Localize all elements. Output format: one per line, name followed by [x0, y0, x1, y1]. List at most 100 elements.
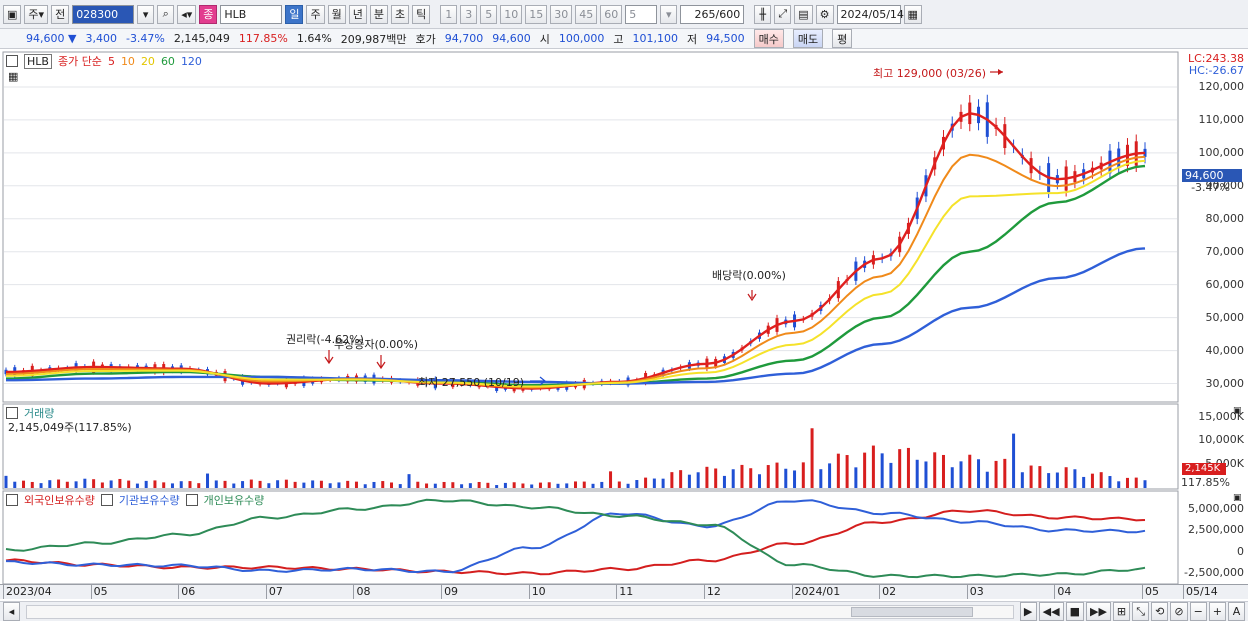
x-axis-tick [703, 585, 705, 599]
volume-bar [1125, 477, 1129, 488]
interval-dropdown-icon[interactable]: ▾ [660, 4, 678, 24]
close-icon[interactable]: ▣ [1233, 406, 1242, 416]
volume-bar [512, 482, 516, 488]
volume-panel-frame [2, 403, 1179, 490]
quote-bid-label: 호가 [415, 32, 436, 46]
volume-bar [696, 472, 700, 488]
volume-bar [495, 485, 499, 488]
minus-icon[interactable]: − [1189, 602, 1207, 621]
link-icon[interactable]: ⊘ [1170, 602, 1188, 621]
quote-bid1: 94,700 [444, 32, 484, 45]
code-input[interactable]: 028300 [72, 4, 135, 24]
rewind-icon[interactable]: ◀◀ [1038, 602, 1064, 621]
volume-bar [845, 455, 849, 488]
volume-bar [214, 480, 218, 488]
interval-input[interactable]: 5 [625, 4, 658, 24]
buy-button[interactable]: 매수 [753, 29, 784, 48]
font-icon[interactable]: A [1228, 602, 1245, 621]
x-axis-tick [353, 585, 355, 599]
period-minute[interactable]: 분 [369, 4, 388, 24]
interval-1[interactable]: 1 [440, 4, 458, 24]
quote-amount: 209,987백만 [340, 32, 407, 46]
code-dropdown-icon[interactable]: ▾ [137, 4, 155, 24]
interval-30[interactable]: 30 [550, 4, 573, 24]
interval-60[interactable]: 60 [600, 4, 623, 24]
holdings-axis-label: -2,500,000 [1184, 566, 1244, 580]
period-day[interactable]: 일 [285, 4, 304, 24]
forward-icon[interactable]: ▶▶ [1085, 602, 1111, 621]
volume-bar [679, 470, 683, 488]
panel-handle-icon[interactable] [185, 494, 198, 506]
period-year[interactable]: 년 [348, 4, 367, 24]
x-axis: 2023/04 05 06 07 08 09 10 11 12 2024/01 02 03 04 05 05… [0, 584, 1248, 599]
volume-bar [521, 483, 525, 488]
speaker-icon[interactable]: ◂▾ [177, 4, 197, 24]
period-month[interactable]: 월 [327, 4, 346, 24]
table-icon[interactable]: ▦ [8, 70, 18, 83]
x-axis-label: 12 [706, 585, 721, 598]
stop-icon[interactable]: ■ [1065, 602, 1084, 621]
series-foreign-label: 외국인보유수량 [24, 494, 95, 507]
volume-bar [433, 483, 437, 488]
interval-3[interactable]: 3 [460, 4, 478, 24]
horizontal-scrollbar[interactable] [26, 604, 1014, 619]
scroll-thumb[interactable] [850, 606, 973, 617]
panel-handle-icon[interactable] [6, 494, 18, 506]
tool-icon[interactable]: ⟲ [1151, 602, 1169, 621]
interval-5[interactable]: 5 [480, 4, 498, 24]
volume-bar [346, 480, 350, 488]
volume-bar [398, 484, 402, 488]
plus-icon[interactable]: + [1208, 602, 1226, 621]
current-pct-tag: -3.47% [1191, 181, 1230, 194]
zoom-icon[interactable]: ⤡ [1132, 602, 1150, 621]
window-icon[interactable]: ▣ [3, 4, 22, 24]
volume-bar [118, 478, 122, 488]
volume-bar [162, 482, 166, 488]
panel-handle-icon[interactable] [100, 494, 113, 506]
interval-45[interactable]: 45 [575, 4, 598, 24]
layout-icon[interactable]: ⊞ [1112, 602, 1131, 621]
gear-icon[interactable]: ⚙ [815, 4, 834, 24]
x-axis-label: 07 [268, 585, 283, 598]
stock-name-field[interactable]: HLB [220, 4, 283, 24]
draw-tool-icon[interactable]: ⤢ [774, 4, 792, 24]
period-tick[interactable]: 틱 [412, 4, 431, 24]
eval-button[interactable]: 평 [832, 29, 853, 48]
volume-bar [609, 471, 613, 488]
market-label: 주 [28, 8, 39, 21]
market-select[interactable]: 주 ▾ [24, 4, 49, 24]
volume-bar [906, 447, 910, 488]
chart-canvas[interactable] [0, 50, 1248, 599]
close-icon[interactable]: ▣ [1233, 493, 1242, 503]
calendar-icon[interactable]: ▦ [903, 4, 922, 24]
volume-bar [968, 454, 972, 488]
interval-10[interactable]: 10 [500, 4, 523, 24]
panel-handle-icon[interactable] [6, 55, 18, 67]
volume-bar [810, 428, 814, 488]
x-axis-tick [966, 585, 968, 599]
prev-button[interactable]: 전 [51, 4, 70, 24]
panel-handle-icon[interactable] [6, 407, 18, 419]
volume-bar [179, 481, 183, 488]
holdings-axis-label: 2,500,000 [1188, 523, 1244, 537]
interval-15[interactable]: 15 [525, 4, 548, 24]
count-input[interactable]: 265/600 [680, 4, 745, 24]
search-icon[interactable]: ⌕ [157, 4, 175, 24]
volume-bar [547, 482, 551, 488]
price-axis-label: 60,000 [1205, 277, 1245, 291]
period-second[interactable]: 초 [390, 4, 410, 24]
holdings-legend: 외국인보유수량 기관보유수량 개인보유수량 [6, 492, 264, 508]
period-week[interactable]: 주 [306, 4, 325, 24]
volume-bar [65, 481, 69, 488]
volume-bar [267, 483, 271, 488]
volume-bar [863, 452, 867, 488]
sell-button[interactable]: 매도 [792, 29, 824, 48]
scroll-left-icon[interactable]: ◂ [3, 602, 20, 621]
volume-bar [994, 460, 998, 488]
candle-type-icon[interactable]: ╫ [754, 4, 772, 24]
date-input[interactable]: 2024/05/14 [836, 4, 904, 24]
volume-bar [950, 467, 954, 488]
play-icon[interactable]: ▶ [1019, 602, 1037, 621]
save-icon[interactable]: ▤ [794, 4, 813, 24]
chart-area[interactable]: HLB 종가 단순 5 10 20 60 120 ▦ LC:243.38 HC:… [0, 50, 1248, 599]
